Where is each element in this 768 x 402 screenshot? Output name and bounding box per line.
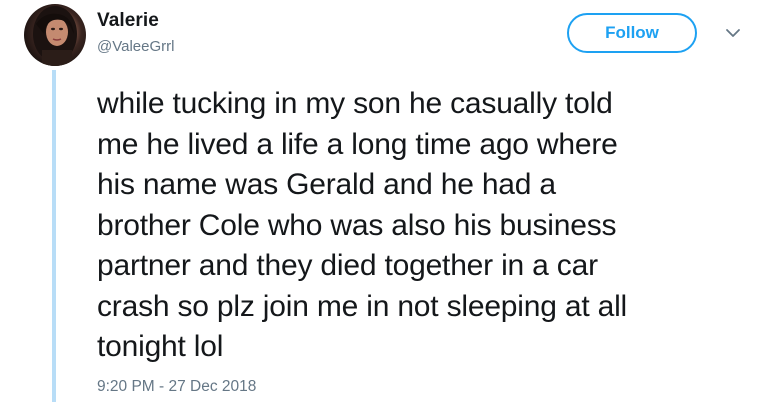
tweet-timestamp[interactable]: 9:20 PM - 27 Dec 2018 <box>97 378 256 396</box>
display-name[interactable]: Valerie <box>97 10 159 32</box>
user-handle[interactable]: @ValeeGrrl <box>97 38 174 55</box>
chevron-down-icon[interactable] <box>724 26 742 40</box>
tweet-text: while tucking in my son he casually told… <box>97 87 628 363</box>
thread-line <box>52 70 56 402</box>
avatar[interactable] <box>24 4 86 66</box>
tweet-card: Valerie @ValeeGrrl Follow while tucking … <box>0 0 768 402</box>
follow-button[interactable]: Follow <box>567 13 697 53</box>
